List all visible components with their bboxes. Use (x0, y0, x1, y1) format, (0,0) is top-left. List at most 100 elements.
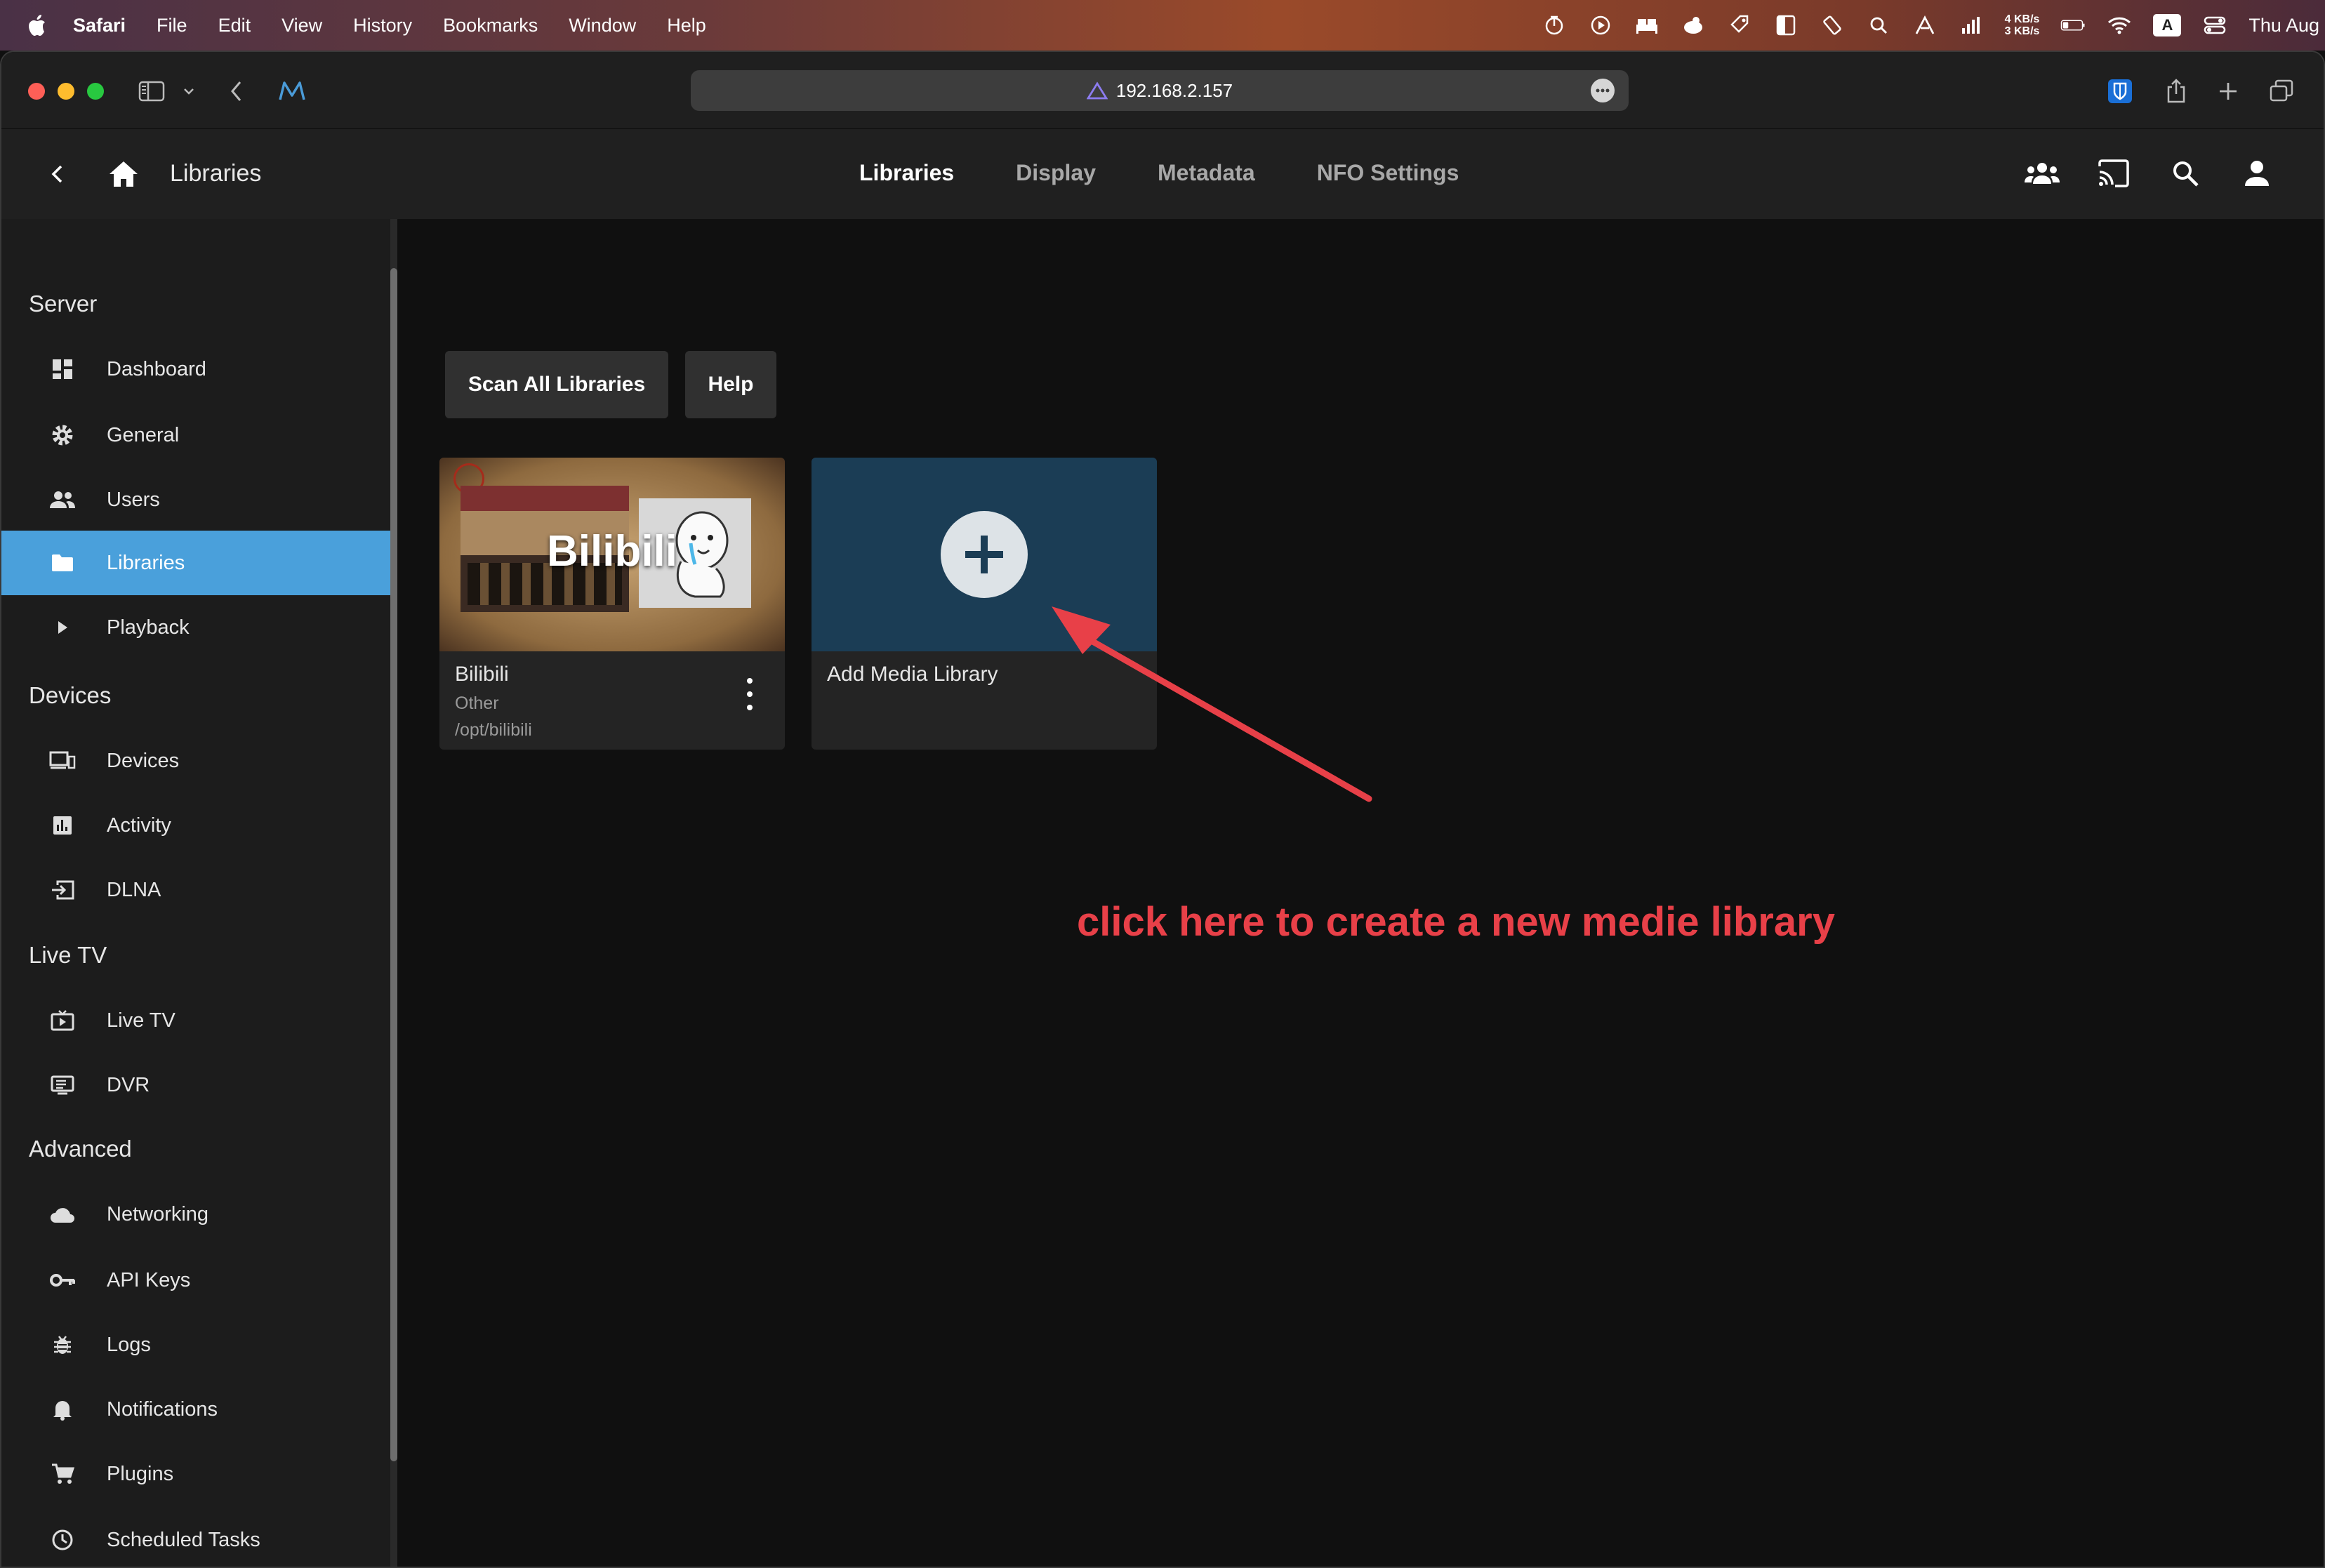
sidebar-item-libraries[interactable]: Libraries (1, 531, 390, 595)
sidebar-item-networking[interactable]: Networking (1, 1182, 390, 1247)
sidebar-item-logs[interactable]: Logs (1, 1313, 390, 1377)
new-tab-plus-icon[interactable] (2215, 77, 2241, 105)
signal-icon[interactable] (1959, 13, 1984, 38)
tab-libraries[interactable]: Libraries (859, 160, 954, 186)
zoom-window-button[interactable] (87, 83, 104, 100)
scrollbar-thumb[interactable] (390, 268, 397, 1461)
sidebar-item-label: Networking (107, 1202, 209, 1225)
sidebar-item-notifications[interactable]: Notifications (1, 1377, 390, 1442)
library-type: Other (455, 693, 499, 713)
menu-edit[interactable]: Edit (218, 15, 251, 36)
sidebar-item-label: Users (107, 488, 160, 511)
sidebar-item-label: API Keys (107, 1268, 191, 1291)
play-circle-icon[interactable] (1588, 13, 1613, 38)
minimize-window-button[interactable] (58, 83, 74, 100)
sidebar-item-activity[interactable]: Activity (1, 793, 390, 858)
sidebar-item-api-keys[interactable]: API Keys (1, 1248, 390, 1313)
menu-bookmarks[interactable]: Bookmarks (443, 15, 538, 36)
chevron-down-icon[interactable] (181, 77, 197, 105)
timer-icon[interactable] (1542, 13, 1567, 38)
macos-menubar: Safari File Edit View History Bookmarks … (0, 0, 2325, 51)
bitwarden-shield-icon[interactable] (2106, 77, 2134, 105)
sidebar-section-devices: Devices (29, 682, 112, 708)
more-options-icon[interactable] (1591, 79, 1615, 102)
sidebar-toggle-icon[interactable] (138, 77, 166, 105)
tab-metadata[interactable]: Metadata (1158, 160, 1255, 186)
sidebar-item-scheduled-tasks[interactable]: Scheduled Tasks (1, 1508, 390, 1567)
annotation-text: click here to create a new medie library (1077, 899, 1835, 945)
sidebar-scrollbar[interactable] (390, 219, 397, 1567)
sidebar-panel-icon[interactable] (1773, 13, 1799, 38)
search-icon[interactable] (1866, 13, 1891, 38)
menu-window[interactable]: Window (569, 15, 636, 36)
tab-nfo-settings[interactable]: NFO Settings (1317, 160, 1459, 186)
sidebar-item-label: DLNA (107, 878, 161, 901)
scan-all-libraries-button[interactable]: Scan All Libraries (445, 351, 668, 418)
activity-chart-icon (48, 811, 77, 840)
sidebar-item-users[interactable]: Users (1, 467, 390, 532)
sidebar-item-label: DVR (107, 1073, 150, 1096)
sidebar-item-label: Plugins (107, 1462, 174, 1485)
control-center-icon[interactable] (2202, 13, 2227, 38)
cast-icon[interactable] (2095, 154, 2133, 192)
safari-window: 192.168.2.157 Libraries Libraries Displa… (0, 51, 2325, 1568)
menu-history[interactable]: History (353, 15, 412, 36)
dashboard-icon (48, 354, 77, 384)
sidebar-item-general[interactable]: General (1, 403, 390, 467)
add-library-thumbnail[interactable] (812, 458, 1157, 651)
input-source-badge[interactable]: A (2153, 14, 2182, 36)
tab-overview-icon[interactable] (2267, 77, 2296, 105)
sidebar-item-label: Scheduled Tasks (107, 1528, 260, 1551)
close-window-button[interactable] (28, 83, 45, 100)
menu-view[interactable]: View (281, 15, 322, 36)
menu-help[interactable]: Help (667, 15, 706, 36)
stocks-icon[interactable] (1912, 13, 1937, 38)
url-text[interactable]: 192.168.2.157 (1116, 80, 1233, 102)
sidebar-section-server: Server (29, 291, 98, 317)
share-icon[interactable] (2164, 77, 2189, 105)
sidebar-item-label: Libraries (107, 551, 185, 574)
sidebar-item-playback[interactable]: Playback (1, 595, 390, 660)
sidebar-item-dashboard[interactable]: Dashboard (1, 337, 390, 401)
address-bar[interactable]: 192.168.2.157 (691, 70, 1629, 111)
menu-file[interactable]: File (157, 15, 187, 36)
home-icon[interactable] (105, 156, 142, 192)
search-icon[interactable] (2166, 154, 2204, 192)
sidebar-item-live-tv[interactable]: Live TV (1, 988, 390, 1053)
gear-icon (48, 420, 77, 450)
dvr-icon (48, 1070, 77, 1100)
sidebar-item-label: Dashboard (107, 357, 206, 380)
sidebar-item-label: Logs (107, 1333, 151, 1356)
wifi-icon[interactable] (2107, 13, 2132, 38)
more-vertical-icon[interactable] (743, 678, 757, 710)
sidebar-item-label: Devices (107, 749, 180, 772)
sidebar-item-plugins[interactable]: Plugins (1, 1442, 390, 1506)
battery-icon[interactable] (2060, 13, 2086, 38)
menubar-clock[interactable]: Thu Aug (2248, 15, 2319, 36)
live-tv-icon (48, 1006, 77, 1035)
help-button[interactable]: Help (685, 351, 776, 418)
tag-icon[interactable] (1727, 13, 1752, 38)
back-arrow-icon[interactable] (41, 157, 74, 191)
cloud-bird-icon[interactable] (1681, 13, 1706, 38)
library-card-bilibili[interactable]: Bilibili Bilibili Other /opt/bilibili (439, 458, 785, 750)
users-group-icon[interactable] (2023, 154, 2061, 192)
sidebar-item-devices[interactable]: Devices (1, 729, 390, 793)
bookmark-m-icon[interactable] (277, 77, 307, 105)
tab-display[interactable]: Display (1016, 160, 1096, 186)
net-down: 3 KB/s (2004, 25, 2040, 37)
sidebar-item-dlna[interactable]: DLNA (1, 858, 390, 922)
back-arrow-icon[interactable] (226, 77, 247, 105)
plus-icon[interactable] (941, 511, 1028, 598)
rotate-device-icon[interactable] (1820, 13, 1845, 38)
page-title: Libraries (170, 160, 262, 187)
add-media-library-card[interactable]: Add Media Library (812, 458, 1157, 750)
library-thumbnail[interactable]: Bilibili (439, 458, 785, 651)
sidebar-item-dvr[interactable]: DVR (1, 1053, 390, 1117)
key-icon (48, 1265, 77, 1295)
browser-toolbar: 192.168.2.157 (1, 52, 2324, 129)
bed-icon[interactable] (1634, 13, 1660, 38)
user-avatar-icon[interactable] (2238, 154, 2276, 192)
apple-icon[interactable] (27, 13, 48, 37)
menu-app-name[interactable]: Safari (73, 15, 126, 36)
